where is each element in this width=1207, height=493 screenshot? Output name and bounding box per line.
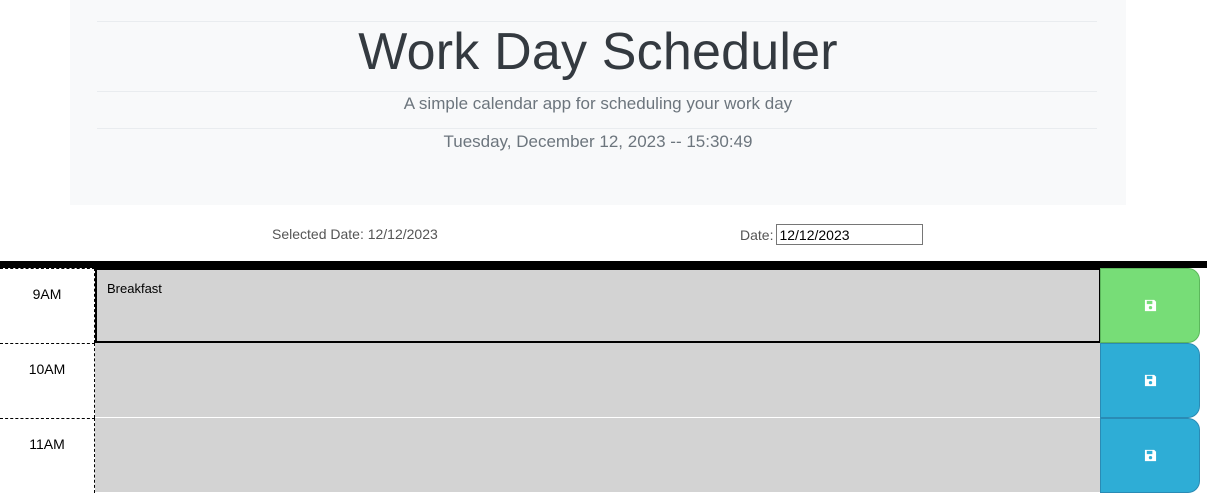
hour-label: 11AM: [0, 418, 95, 493]
date-picker: Date:: [740, 224, 924, 245]
event-description-input[interactable]: Breakfast: [95, 268, 1101, 343]
timeblock-row-9am: 9AM Breakfast: [0, 268, 1207, 343]
save-icon: [1144, 449, 1156, 462]
save-icon: [1144, 374, 1156, 387]
divider: [97, 128, 1097, 129]
date-picker-input[interactable]: [776, 224, 924, 245]
jumbotron-header: Work Day Scheduler A simple calendar app…: [70, 0, 1126, 205]
event-description-input[interactable]: [95, 343, 1101, 418]
date-picker-label: Date:: [740, 226, 774, 243]
hour-label: 10AM: [0, 343, 95, 418]
schedule-top-border: [0, 261, 1207, 268]
timeblock-row-11am: 11AM: [0, 418, 1207, 493]
timeblock-row-10am: 10AM: [0, 343, 1207, 418]
hour-label: 9AM: [0, 268, 95, 343]
selected-date-text: Selected Date: 12/12/2023: [272, 226, 438, 242]
save-button[interactable]: [1100, 418, 1200, 493]
page-title: Work Day Scheduler: [358, 23, 838, 81]
event-description-input[interactable]: [95, 418, 1101, 493]
page-subtitle: A simple calendar app for scheduling you…: [403, 94, 793, 113]
current-datetime: Tuesday, December 12, 2023 -- 15:30:49: [443, 132, 753, 151]
save-button[interactable]: [1100, 343, 1200, 418]
save-button[interactable]: [1100, 268, 1200, 343]
divider: [97, 91, 1097, 92]
save-icon: [1144, 299, 1156, 312]
